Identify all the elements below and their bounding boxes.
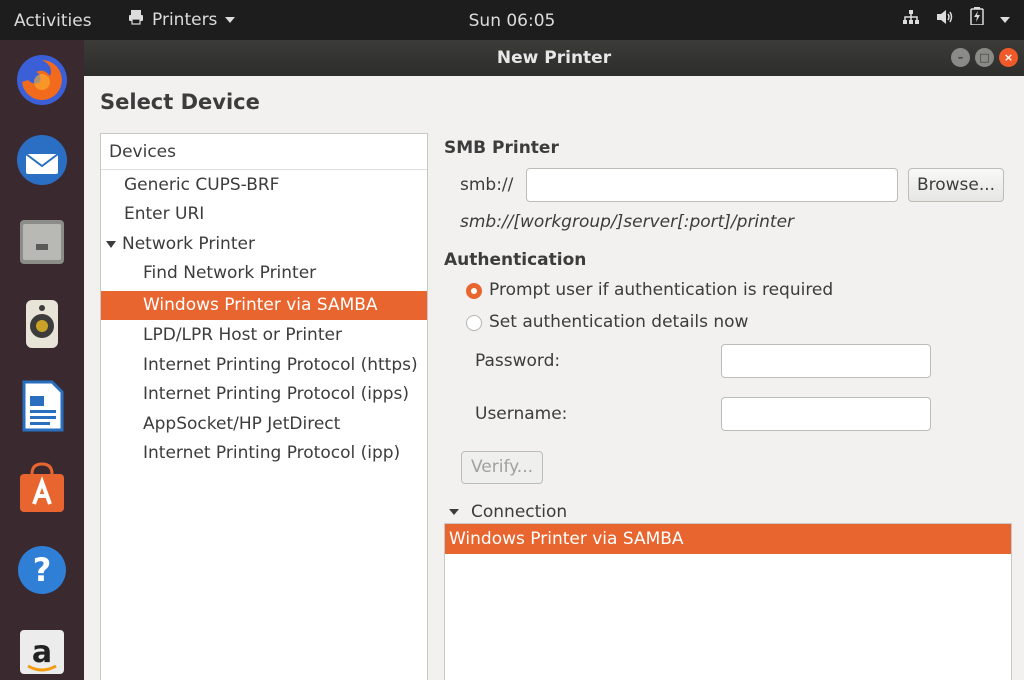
device-list[interactable]: Devices Generic CUPS-BRF Enter URI Netwo…	[100, 133, 428, 680]
list-item-label: Internet Printing Protocol (ipp)	[143, 443, 401, 463]
list-item-label: Find Network Printer	[143, 263, 317, 283]
svg-text:?: ?	[33, 551, 52, 589]
username-field[interactable]	[721, 397, 931, 431]
connection-list[interactable]: Windows Printer via SAMBA	[444, 523, 1012, 680]
top-bar: Activities Printers Sun 06:05	[0, 0, 1024, 40]
dock: ? a	[0, 40, 84, 680]
expander-down-icon[interactable]	[449, 509, 459, 515]
smb-uri-hint: smb://[workgroup/]server[:port]/printer	[460, 212, 795, 232]
list-item-label: Enter URI	[124, 204, 205, 224]
ubuntu-software-icon[interactable]	[12, 458, 72, 518]
verify-button[interactable]: Verify...	[461, 451, 543, 484]
app-menu-label: Printers	[152, 10, 218, 30]
device-item-ipp[interactable]: Internet Printing Protocol (ipp)	[101, 439, 427, 468]
activities-button[interactable]: Activities	[14, 0, 92, 40]
chevron-down-icon	[225, 17, 236, 23]
devices-column-header[interactable]: Devices	[101, 134, 427, 170]
smb-printer-heading: SMB Printer	[444, 138, 559, 158]
list-item-label: Internet Printing Protocol (ipps)	[143, 384, 410, 404]
device-item-windows-printer-samba[interactable]: Windows Printer via SAMBA	[101, 291, 427, 320]
radio-prompt-user[interactable]	[466, 283, 482, 299]
list-item-label: Network Printer	[122, 234, 255, 254]
clock[interactable]: Sun 06:05	[469, 11, 556, 31]
authentication-heading: Authentication	[444, 250, 587, 270]
browse-button[interactable]: Browse...	[908, 168, 1004, 202]
list-item-label: AppSocket/HP JetDirect	[143, 414, 341, 434]
page-title: Select Device	[100, 90, 260, 114]
device-item-appsocket[interactable]: AppSocket/HP JetDirect	[101, 410, 427, 439]
new-printer-window: New Printer – □ × Select Device Devices …	[84, 40, 1024, 680]
device-item-ipps[interactable]: Internet Printing Protocol (ipps)	[101, 380, 427, 409]
help-icon[interactable]: ?	[12, 540, 72, 600]
connection-expander-label[interactable]: Connection	[471, 502, 567, 522]
chevron-down-icon	[1000, 17, 1010, 23]
printer-icon	[128, 0, 144, 41]
list-item-label: LPD/LPR Host or Printer	[143, 325, 342, 345]
device-item-find-network-printer[interactable]: Find Network Printer	[101, 259, 427, 288]
smb-uri-input[interactable]	[526, 168, 898, 202]
thunderbird-icon[interactable]	[12, 130, 72, 190]
device-item-enter-uri[interactable]: Enter URI	[101, 200, 427, 229]
username-label: Username:	[475, 404, 568, 424]
list-item-label: Internet Printing Protocol (https)	[143, 355, 418, 375]
maximize-button[interactable]: □	[975, 48, 994, 67]
list-item-label: Generic CUPS-BRF	[124, 175, 280, 195]
close-button[interactable]: ×	[999, 48, 1018, 67]
firefox-icon[interactable]	[12, 50, 72, 110]
svg-text:a: a	[32, 635, 52, 670]
connection-item-selected[interactable]: Windows Printer via SAMBA	[445, 524, 1011, 554]
volume-icon	[936, 0, 954, 41]
device-item-lpd-lpr[interactable]: LPD/LPR Host or Printer	[101, 321, 427, 350]
window-title: New Printer	[496, 48, 612, 68]
radio-set-details-label[interactable]: Set authentication details now	[489, 312, 748, 332]
network-icon	[902, 0, 920, 41]
system-tray[interactable]	[902, 0, 1010, 40]
rhythmbox-icon[interactable]	[12, 294, 72, 354]
expander-down-icon[interactable]	[106, 240, 116, 248]
libreoffice-writer-icon[interactable]	[12, 376, 72, 436]
radio-prompt-user-label[interactable]: Prompt user if authentication is require…	[489, 280, 833, 300]
minimize-button[interactable]: –	[951, 48, 970, 67]
password-field[interactable]	[721, 344, 931, 378]
radio-set-details[interactable]	[466, 315, 482, 331]
files-icon[interactable]	[12, 212, 72, 272]
battery-icon	[970, 0, 984, 41]
device-item-ipp-https[interactable]: Internet Printing Protocol (https)	[101, 351, 427, 380]
smb-prefix-label: smb://	[460, 175, 514, 195]
amazon-icon[interactable]: a	[12, 622, 72, 680]
list-item-label: Windows Printer via SAMBA	[143, 295, 378, 315]
device-item-network-printer[interactable]: Network Printer	[101, 230, 427, 259]
window-titlebar[interactable]: New Printer – □ ×	[84, 40, 1024, 76]
device-item-generic-cups-brf[interactable]: Generic CUPS-BRF	[101, 171, 427, 200]
password-label: Password:	[475, 351, 561, 371]
app-menu-button[interactable]: Printers	[128, 0, 236, 41]
